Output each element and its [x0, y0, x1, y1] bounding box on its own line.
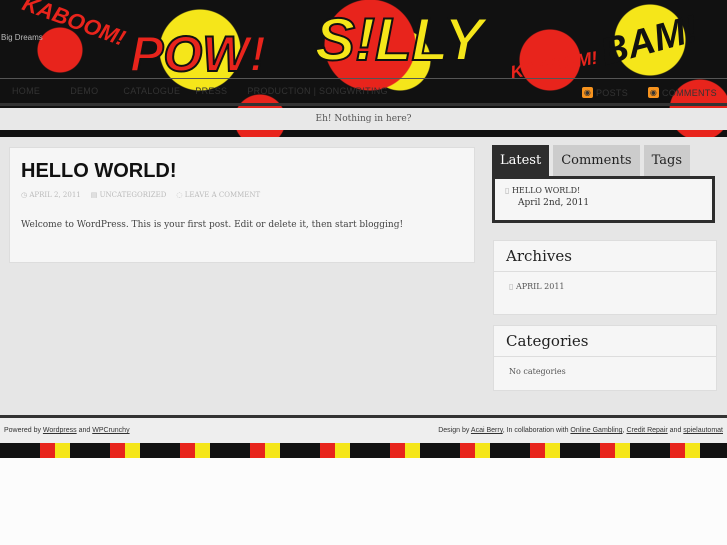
tab-comments[interactable]: Comments: [553, 145, 640, 176]
latest-post-date: April 2nd, 2011: [518, 198, 590, 208]
categories-empty: No categories: [509, 367, 566, 376]
comment-icon: ◌ LEAVE A COMMENT: [176, 191, 261, 199]
main-nav: HOME DEMO CATALOGUE PRESS PRODUCTION | S…: [0, 78, 727, 106]
rss-icon: ◉: [582, 87, 593, 98]
nav-home[interactable]: HOME: [12, 86, 40, 96]
latest-panel: ▯ HELLO WORLD! April 2nd, 2011: [492, 176, 715, 223]
rss-icon: ◉: [648, 87, 659, 98]
footer: Powered by Wordpress and WPCrunchy Desig…: [0, 415, 727, 443]
gambling-link[interactable]: Online Gambling: [570, 427, 622, 434]
footer-text: , In collaboration with: [502, 427, 569, 434]
acai-link[interactable]: Acai Berry: [471, 427, 503, 434]
folder-icon: ▤ UNCATEGORIZED: [90, 191, 167, 199]
post-title[interactable]: HELLO WORLD!: [21, 160, 177, 183]
footer-text: Design by: [438, 427, 470, 434]
footer-art-strip: [0, 443, 727, 458]
art-silly: S!LLY: [314, 5, 485, 74]
post-category[interactable]: UNCATEGORIZED: [100, 191, 167, 199]
rss-posts-link[interactable]: ◉ POSTS: [582, 87, 628, 98]
clock-icon: ◷ APRIL 2, 2011: [21, 191, 81, 199]
wpcrunchy-link[interactable]: WPCrunchy: [92, 427, 129, 434]
art-bam: BAM!: [596, 7, 703, 75]
nav-demo[interactable]: DEMO: [70, 86, 98, 96]
rss-posts-label: POSTS: [596, 87, 629, 98]
archives-widget: Archives ▯ APRIL 2011: [493, 240, 717, 315]
notice-bar: Eh! Nothing in here?: [0, 108, 727, 130]
wordpress-link[interactable]: Wordpress: [43, 427, 77, 434]
post: HELLO WORLD! ◷ APRIL 2, 2011 ▤ UNCATEGOR…: [9, 147, 475, 263]
latest-post-link[interactable]: HELLO WORLD!: [512, 186, 580, 195]
post-date[interactable]: APRIL 2, 2011: [29, 191, 80, 199]
spiel-link[interactable]: spielautomat: [683, 427, 723, 434]
content-area: HELLO WORLD! ◷ APRIL 2, 2011 ▤ UNCATEGOR…: [0, 137, 727, 415]
nav-press[interactable]: PRESS: [195, 86, 227, 96]
page-icon: ▯: [509, 282, 516, 291]
nav-catalogue[interactable]: CATALOGUE: [123, 86, 180, 96]
footer-text: and: [669, 427, 682, 434]
art-kaboom: KABOOM!: [19, 0, 129, 51]
art-pow: POW!: [129, 25, 267, 83]
nav-production[interactable]: PRODUCTION | SONGWRITING: [247, 86, 388, 96]
sidebar-tabs: Latest Comments Tags: [492, 145, 690, 176]
post-meta: ◷ APRIL 2, 2011 ▤ UNCATEGORIZED ◌ LEAVE …: [21, 191, 260, 199]
footer-text: and: [78, 427, 91, 434]
page-icon: ▯: [505, 186, 512, 195]
tab-tags[interactable]: Tags: [643, 145, 690, 176]
archives-title: Archives: [494, 241, 716, 272]
categories-title: Categories: [494, 326, 716, 357]
archive-link[interactable]: APRIL 2011: [516, 282, 565, 291]
footer-text: Powered by: [4, 427, 41, 434]
rss-comments-link[interactable]: ◉ COMMENTS: [648, 87, 717, 98]
site-tagline: Big Dreams: [1, 33, 43, 42]
leave-comment-link[interactable]: LEAVE A COMMENT: [185, 191, 260, 199]
post-body: Welcome to WordPress. This is your first…: [21, 220, 404, 230]
categories-widget: Categories No categories: [493, 325, 717, 391]
rss-comments-label: COMMENTS: [662, 87, 717, 98]
tab-latest[interactable]: Latest: [492, 145, 550, 176]
header-banner: KABOOM! POW! S!LLY BAM! KABOOM! Big Drea…: [0, 0, 727, 137]
credit-link[interactable]: Credit Repair: [626, 427, 667, 434]
